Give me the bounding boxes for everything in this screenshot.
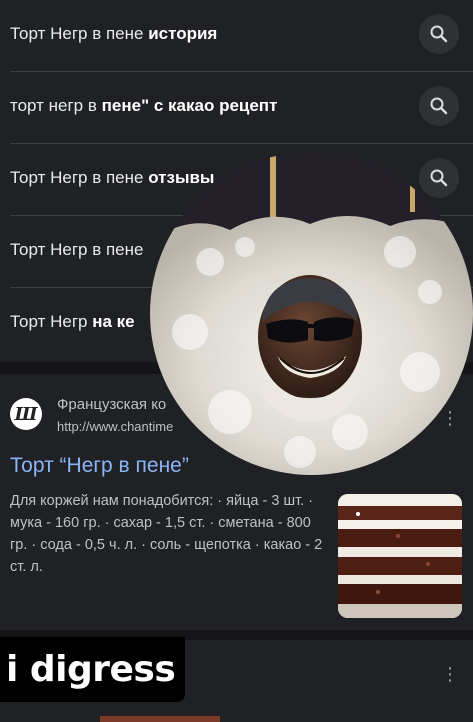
result-snippet: Для коржей нам понадобится: · яйца - 3 ш… [10,493,323,575]
kebab-icon[interactable]: ⋮ [441,408,459,429]
suggestion-row[interactable]: Торт Негр в пене история [0,0,473,72]
site-url[interactable]: http://www.chantime [57,419,173,434]
site-name: Французская ко [57,396,167,413]
bubble-face-photo [150,152,473,475]
cake-thumbnail[interactable] [338,494,462,618]
search-icon[interactable] [419,86,459,126]
caption-text: i digress [6,649,176,690]
search-icon[interactable] [419,14,459,54]
suggestion-text: Торт Негр в пене история [10,24,218,43]
suggestion-text: торт негр в пене" с какао рецепт [10,96,278,115]
suggestion-text: Торт Негр в пене отзывы [10,168,215,187]
site-favicon: Ш [10,398,42,430]
suggestion-text: Торт Негр на ке [10,312,135,331]
suggestion-row[interactable]: торт негр в пене" с какао рецепт [0,72,473,144]
suggestion-text: Торт Негр в пене [10,240,144,259]
kebab-icon[interactable]: ⋮ [441,664,459,685]
search-icon[interactable] [419,158,459,198]
next-thumbnail-edge [100,716,220,722]
meme-caption: i digress [0,637,185,702]
result-title-link[interactable]: Торт “Негр в пене” [10,454,189,478]
